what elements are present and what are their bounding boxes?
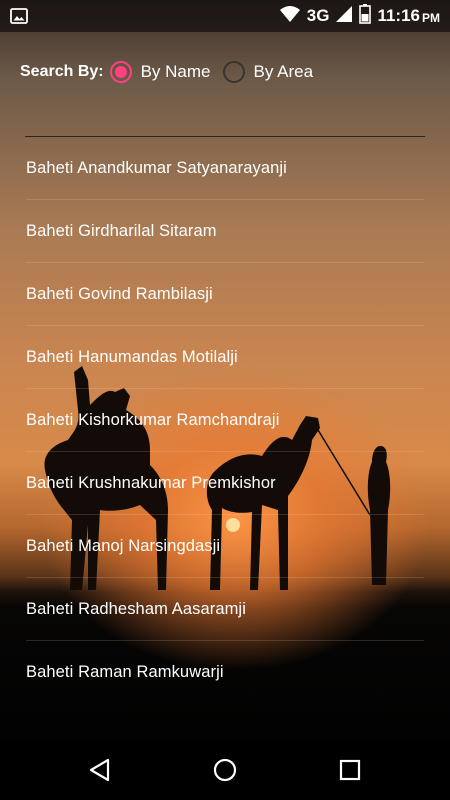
search-by-label: Search By: [20, 63, 104, 80]
list-item[interactable]: Baheti Hanumandas Motilalji [0, 326, 450, 389]
name-list: Baheti Anandkumar Satyanarayanji Baheti … [0, 137, 450, 704]
list-item[interactable]: Baheti Anandkumar Satyanarayanji [0, 137, 450, 200]
battery-icon [359, 3, 372, 29]
network-type: 3G [306, 6, 330, 25]
search-by-group: Search By: By Name By Area [20, 56, 325, 88]
list-item[interactable]: Baheti Govind Rambilasji [0, 263, 450, 326]
wifi-icon [279, 5, 301, 28]
status-bar: 3G 11:16 PM [0, 0, 450, 32]
list-item[interactable]: Baheti Kishorkumar Ramchandraji [0, 389, 450, 452]
recents-icon[interactable] [336, 756, 364, 784]
navigation-bar [0, 740, 450, 800]
radio-by-name[interactable] [109, 61, 132, 83]
list-item[interactable]: Baheti Raman Ramkuwarji [0, 641, 450, 704]
list-item[interactable]: Baheti Girdharilal Sitaram [0, 200, 450, 263]
radio-by-area-label[interactable]: By Area [254, 62, 314, 82]
clock-time: 11:16 [377, 6, 420, 25]
signal-icon [335, 5, 353, 28]
screen: 3G 11:16 PM Search By: By Name By Area B… [0, 0, 450, 800]
list-item[interactable]: Baheti Manoj Narsingdasji [0, 515, 450, 578]
clock-ampm: PM [422, 10, 440, 25]
radio-selected-dot [114, 66, 127, 78]
radio-by-area[interactable] [222, 61, 245, 83]
back-icon[interactable] [86, 756, 114, 784]
list-item[interactable]: Baheti Radhesham Aasaramji [0, 578, 450, 641]
home-icon[interactable] [211, 756, 239, 784]
status-icons: 3G 11:16 PM [279, 0, 440, 32]
list-item[interactable]: Baheti Krushnakumar Premkishor [0, 452, 450, 515]
image-icon [10, 7, 28, 30]
radio-by-name-label[interactable]: By Name [141, 62, 211, 82]
